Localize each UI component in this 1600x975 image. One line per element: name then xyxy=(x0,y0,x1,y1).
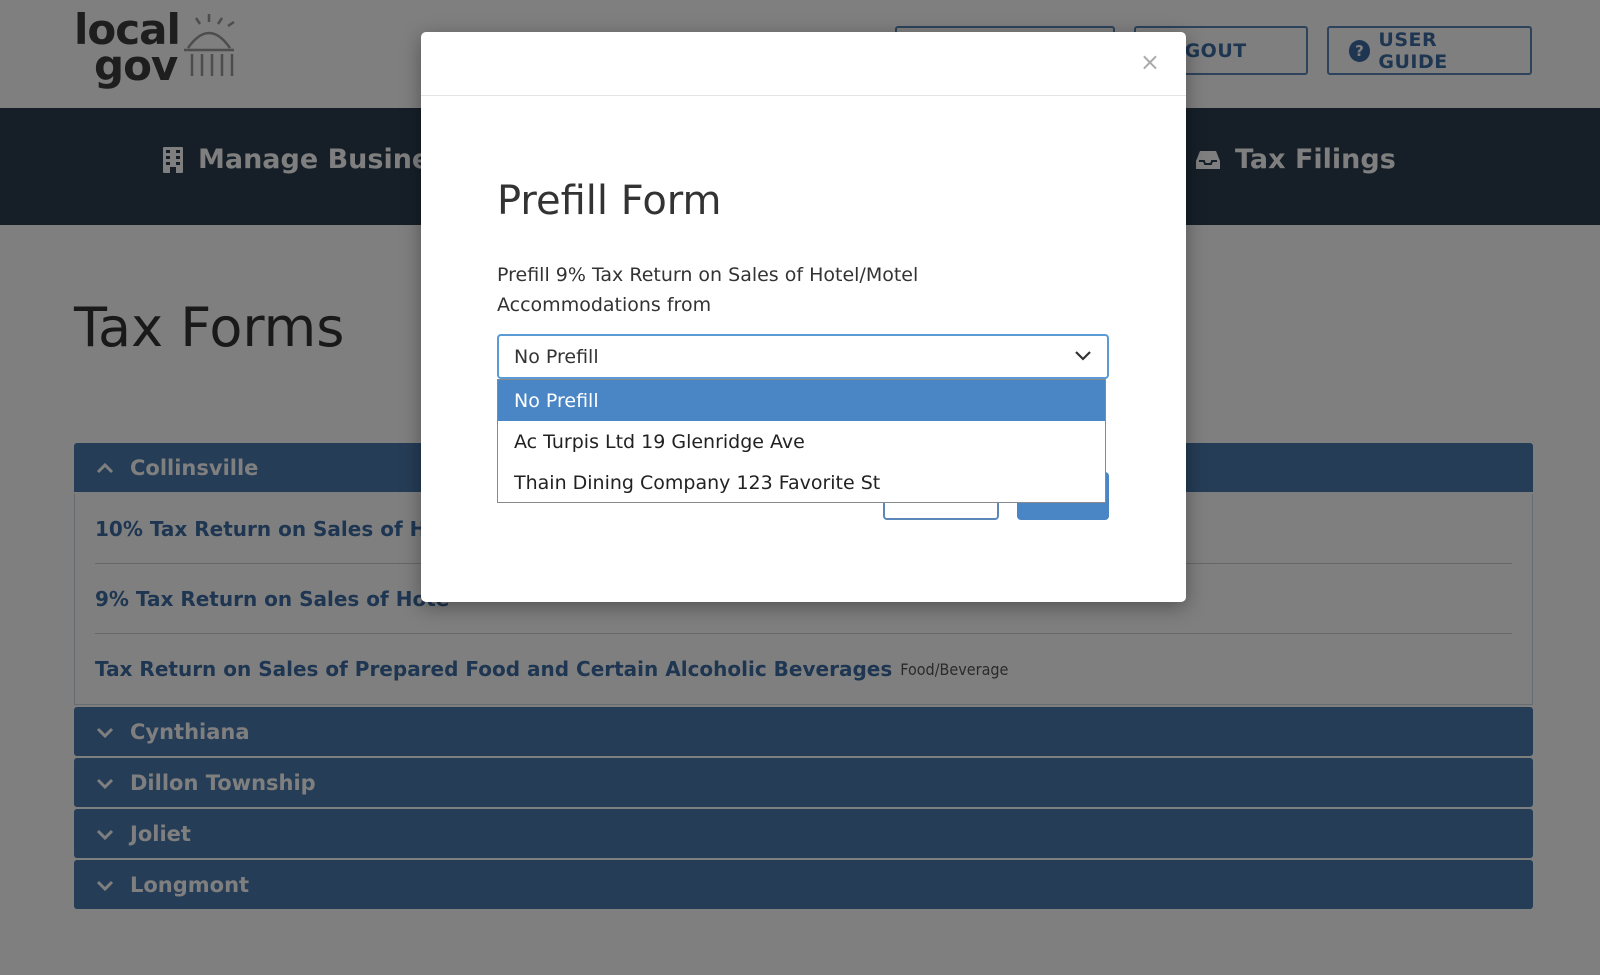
select-current-value: No Prefill xyxy=(514,345,599,368)
prefill-source-select[interactable]: No Prefill xyxy=(497,334,1109,379)
prefill-source-label: Prefill 9% Tax Return on Sales of Hotel/… xyxy=(497,264,919,316)
close-icon[interactable]: × xyxy=(1140,50,1160,74)
prefill-form-modal: × Prefill Form Prefill 9% Tax Return on … xyxy=(421,32,1186,602)
prefill-source-options: No Prefill Ac Turpis Ltd 19 Glenridge Av… xyxy=(497,379,1106,503)
select-option-no-prefill[interactable]: No Prefill xyxy=(498,380,1105,421)
chevron-down-icon xyxy=(1075,351,1091,361)
select-option-ac-turpis[interactable]: Ac Turpis Ltd 19 Glenridge Ave xyxy=(498,421,1105,462)
select-option-thain-dining[interactable]: Thain Dining Company 123 Favorite St xyxy=(498,462,1105,503)
modal-header: × xyxy=(421,32,1186,96)
modal-title: Prefill Form xyxy=(497,178,722,224)
